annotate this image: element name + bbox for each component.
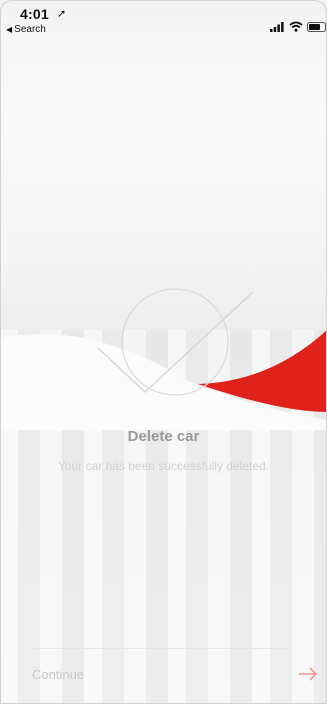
status-time: 4:01 <box>20 6 49 22</box>
cellular-signal-icon <box>270 22 284 32</box>
arrow-right-icon[interactable] <box>296 662 320 686</box>
footer-divider <box>30 648 290 649</box>
page-title: Delete car <box>127 428 200 445</box>
deleted-car-illustration <box>0 288 327 430</box>
back-to-search-label: Search <box>14 24 46 35</box>
delete-car-confirmation-screen: 4:01 ➚ ◀ Search Delete car Your car has … <box>0 0 327 704</box>
location-arrow-icon: ➚ <box>57 8 67 20</box>
back-chevron-icon: ◀ <box>6 25 13 34</box>
battery-icon <box>307 22 327 32</box>
back-to-search-button[interactable]: ◀ Search <box>6 24 46 35</box>
continue-button[interactable]: Continue <box>32 667 84 682</box>
wifi-icon <box>289 21 303 32</box>
status-bar: 4:01 ➚ ◀ Search <box>0 0 327 48</box>
success-message: Your car has been successfully deleted. <box>57 459 270 473</box>
